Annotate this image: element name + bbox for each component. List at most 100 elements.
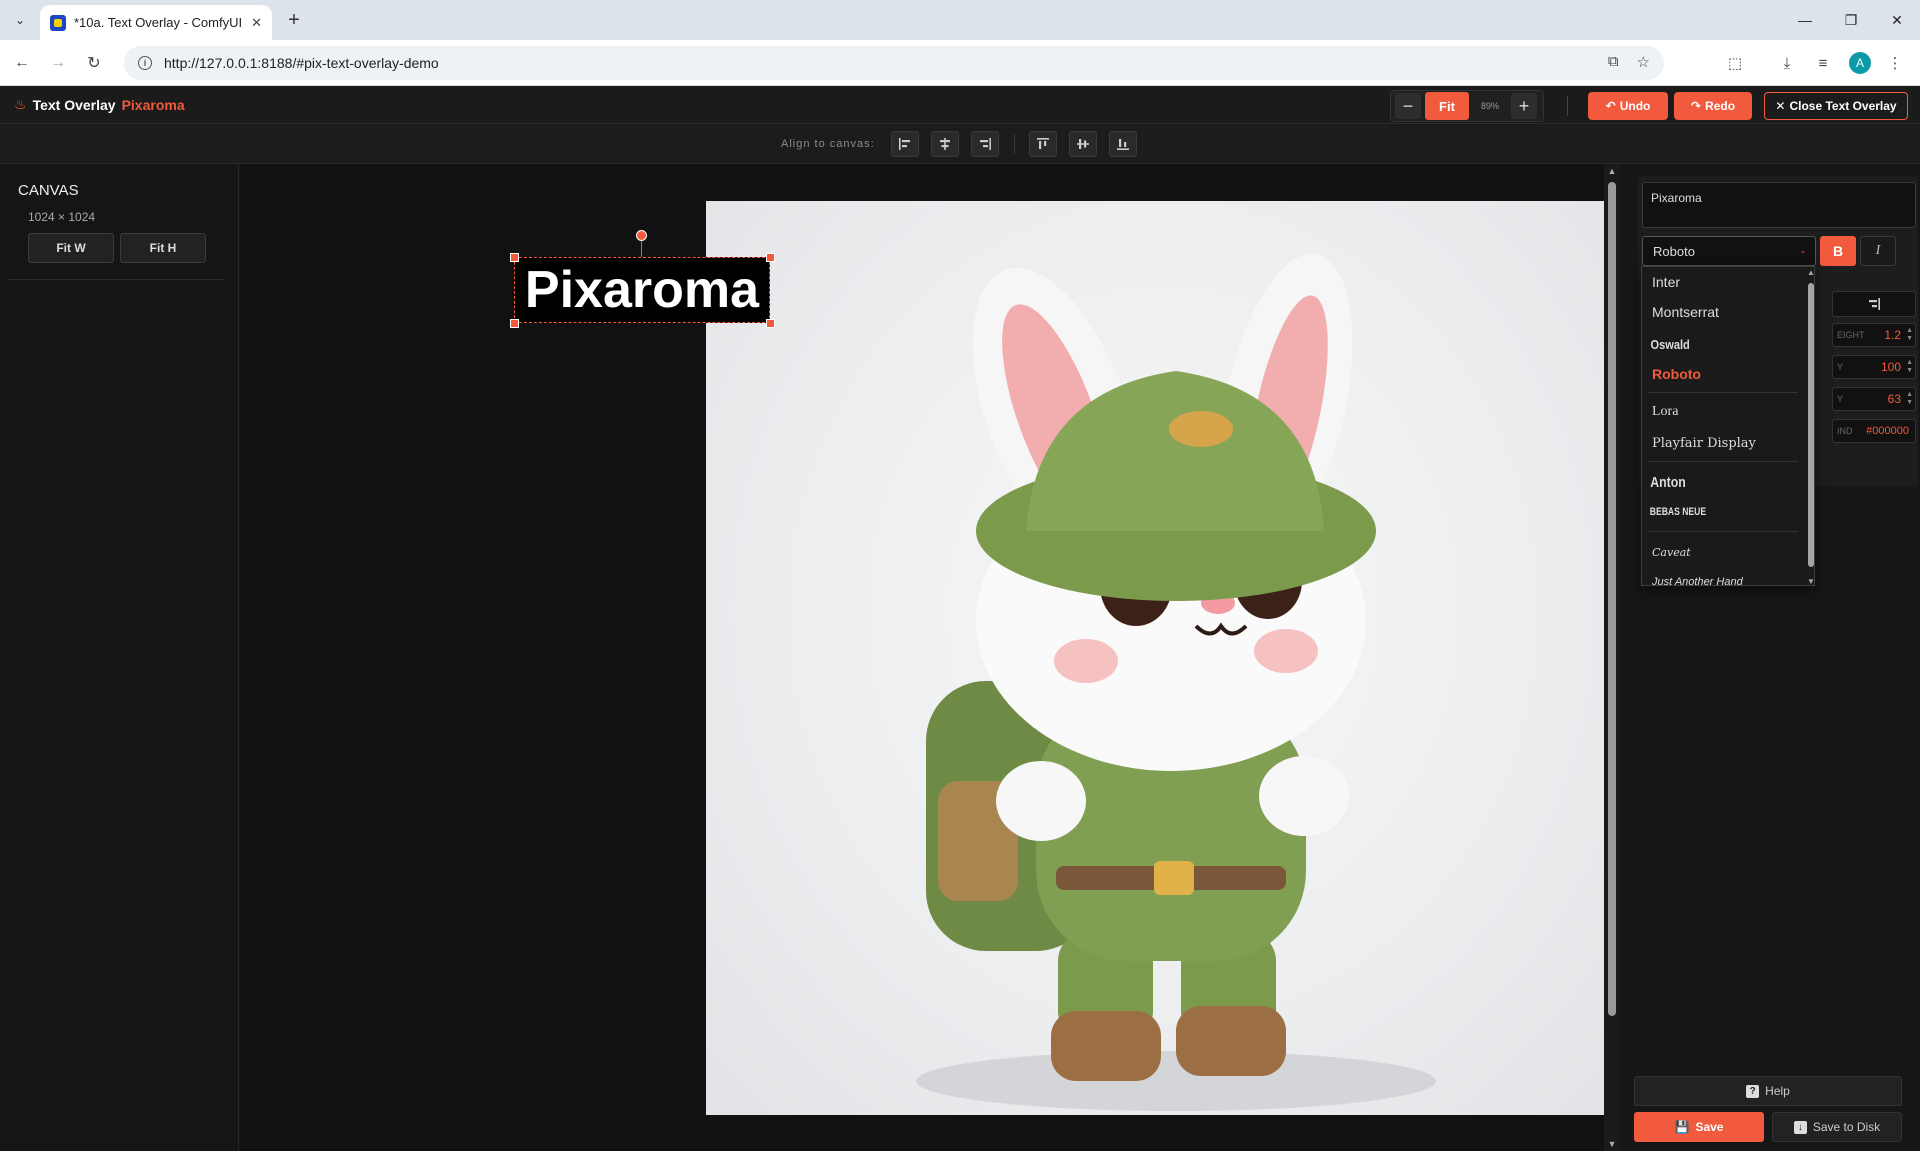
line-height-field[interactable]: EIGHT 1.2 ▲ ▼ bbox=[1832, 323, 1916, 347]
site-info-icon[interactable]: i bbox=[138, 56, 152, 70]
zoom-controls: − Fit 89% + bbox=[1390, 90, 1544, 122]
zoom-in-button[interactable]: + bbox=[1511, 93, 1537, 119]
url-text: http://127.0.0.1:8188/#pix-text-overlay-… bbox=[164, 55, 439, 71]
brand: ♨ Text Overlay Pixaroma bbox=[14, 96, 185, 113]
y-position-field[interactable]: Y 63 ▲ ▼ bbox=[1832, 387, 1916, 411]
text-overlay-layer[interactable]: Pixaroma bbox=[514, 257, 770, 323]
bunny-illustration bbox=[916, 253, 1436, 1111]
restore-icon[interactable]: ❐ bbox=[1828, 6, 1874, 34]
install-app-icon[interactable]: ⧉ bbox=[1608, 53, 1619, 71]
resize-handle-bottom-right[interactable] bbox=[766, 319, 775, 328]
dropdown-divider bbox=[1648, 531, 1798, 532]
undo-button[interactable]: ↶ Undo bbox=[1588, 92, 1668, 120]
redo-icon: ↷ bbox=[1690, 99, 1702, 113]
zoom-out-button[interactable]: − bbox=[1395, 93, 1421, 119]
fit-width-button[interactable]: Fit W bbox=[28, 233, 114, 263]
dropdown-scrollbar[interactable]: ▲ ▼ bbox=[1806, 267, 1814, 585]
resize-handle-top-right[interactable] bbox=[766, 253, 775, 262]
font-option-oswald[interactable]: Oswald bbox=[1642, 329, 1778, 359]
rotate-handle[interactable] bbox=[636, 230, 647, 241]
scroll-up-icon[interactable]: ▲ bbox=[1607, 166, 1617, 176]
scroll-thumb[interactable] bbox=[1608, 182, 1616, 1016]
canvas-size: 1024 × 1024 bbox=[28, 210, 96, 224]
dropdown-scroll-thumb[interactable] bbox=[1808, 283, 1814, 567]
line-height-label: EIGHT bbox=[1837, 330, 1865, 340]
align-center-h-button[interactable] bbox=[931, 131, 959, 157]
resize-handle-bottom-left[interactable] bbox=[510, 319, 519, 328]
background-color-field[interactable]: IND #000000 bbox=[1832, 419, 1916, 443]
background-color-label: IND bbox=[1837, 426, 1853, 436]
font-option-inter[interactable]: Inter bbox=[1642, 267, 1802, 297]
x-position-field[interactable]: Y 100 ▲ ▼ bbox=[1832, 355, 1916, 379]
help-button[interactable]: ? Help bbox=[1634, 1076, 1902, 1106]
address-bar: ← → ↻ i http://127.0.0.1:8188/#pix-text-… bbox=[0, 40, 1920, 86]
save-to-disk-button[interactable]: ↓ Save to Disk bbox=[1772, 1112, 1902, 1142]
align-middle-v-button[interactable] bbox=[1069, 131, 1097, 157]
minimize-icon[interactable]: — bbox=[1782, 6, 1828, 34]
align-middle-v-icon bbox=[1077, 139, 1089, 149]
align-top-button[interactable] bbox=[1029, 131, 1057, 157]
browser-tab[interactable]: *10a. Text Overlay - ComfyUI ✕ bbox=[40, 5, 272, 40]
forward-icon[interactable]: → bbox=[46, 51, 70, 75]
font-option-just-another-hand[interactable]: Just Another Hand bbox=[1642, 567, 1802, 585]
brand-accent: Pixaroma bbox=[121, 96, 185, 113]
font-option-lora[interactable]: Lora bbox=[1642, 397, 1802, 427]
extensions-icon[interactable]: ⬚ bbox=[1724, 52, 1746, 74]
align-top-icon bbox=[1037, 138, 1049, 149]
tab-search-icon[interactable]: ⌄ bbox=[8, 8, 32, 32]
stepper-icon[interactable]: ▲ ▼ bbox=[1906, 327, 1913, 343]
fit-button[interactable]: Fit bbox=[1425, 92, 1469, 120]
font-option-anton[interactable]: Anton bbox=[1642, 467, 1773, 497]
downloads-icon[interactable]: ⤓ bbox=[1776, 52, 1798, 74]
save-button[interactable]: 💾 Save bbox=[1634, 1112, 1764, 1142]
scroll-up-icon[interactable]: ▲ bbox=[1807, 268, 1814, 277]
font-option-roboto[interactable]: Roboto bbox=[1642, 359, 1802, 389]
align-left-button[interactable] bbox=[891, 131, 919, 157]
url-omnibox[interactable]: i http://127.0.0.1:8188/#pix-text-overla… bbox=[124, 46, 1664, 80]
profile-avatar[interactable]: A bbox=[1849, 52, 1871, 74]
save-to-disk-label: Save to Disk bbox=[1812, 1120, 1881, 1134]
canvas-image[interactable] bbox=[706, 201, 1620, 1115]
align-bottom-button[interactable] bbox=[1109, 131, 1137, 157]
background-color-value: #000000 bbox=[1866, 425, 1909, 437]
back-icon[interactable]: ← bbox=[10, 51, 34, 75]
save-icon: 💾 bbox=[1674, 1120, 1690, 1134]
tab-title: *10a. Text Overlay - ComfyUI bbox=[74, 15, 243, 30]
browser-menu-icon[interactable]: ⋮ bbox=[1884, 52, 1906, 74]
text-content-input[interactable]: Pixaroma bbox=[1642, 182, 1916, 228]
font-option-caveat[interactable]: Caveat bbox=[1642, 537, 1802, 567]
canvas-workspace[interactable]: Pixaroma bbox=[240, 164, 1620, 1151]
close-label: Close Text Overlay bbox=[1789, 99, 1897, 113]
media-controls-icon[interactable]: ≡ bbox=[1812, 52, 1834, 74]
font-dropdown-list[interactable]: Inter Montserrat Oswald Roboto Lora Play… bbox=[1641, 266, 1815, 586]
reload-icon[interactable]: ↻ bbox=[82, 51, 106, 75]
tab-close-icon[interactable]: ✕ bbox=[251, 15, 262, 31]
stepper-icon[interactable]: ▲ ▼ bbox=[1906, 391, 1913, 407]
close-text-overlay-button[interactable]: ✕ Close Text Overlay bbox=[1764, 92, 1908, 120]
undo-label: Undo bbox=[1619, 99, 1651, 113]
scroll-down-icon[interactable]: ▼ bbox=[1607, 1139, 1617, 1149]
font-select[interactable]: Roboto - bbox=[1642, 236, 1816, 266]
redo-button[interactable]: ↷ Redo bbox=[1674, 92, 1752, 120]
scroll-down-icon[interactable]: ▼ bbox=[1807, 577, 1814, 585]
help-icon: ? bbox=[1746, 1084, 1760, 1098]
bold-toggle[interactable]: B bbox=[1820, 236, 1856, 266]
fit-height-button[interactable]: Fit H bbox=[120, 233, 206, 263]
flame-logo-icon: ♨ bbox=[14, 96, 27, 112]
brand-name: Text Overlay bbox=[32, 96, 116, 113]
font-option-playfair-display[interactable]: Playfair Display bbox=[1642, 428, 1802, 458]
resize-handle-top-left[interactable] bbox=[510, 253, 519, 262]
text-overlay-content: Pixaroma bbox=[524, 261, 760, 319]
dropdown-divider bbox=[1648, 461, 1798, 462]
workspace-scrollbar[interactable]: ▲ ▼ bbox=[1604, 164, 1620, 1151]
bookmark-star-icon[interactable]: ☆ bbox=[1637, 53, 1650, 71]
font-option-bebas-neue[interactable]: BEBAS NEUE bbox=[1642, 497, 1767, 527]
window-close-icon[interactable]: ✕ bbox=[1874, 6, 1920, 34]
new-tab-icon[interactable]: + bbox=[282, 8, 306, 32]
text-align-right-button[interactable] bbox=[1832, 291, 1916, 317]
italic-toggle[interactable]: I bbox=[1860, 236, 1896, 266]
font-option-montserrat[interactable]: Montserrat bbox=[1642, 297, 1802, 327]
stepper-icon[interactable]: ▲ ▼ bbox=[1906, 359, 1913, 375]
align-right-button[interactable] bbox=[971, 131, 999, 157]
x-position-label: Y bbox=[1837, 362, 1844, 372]
